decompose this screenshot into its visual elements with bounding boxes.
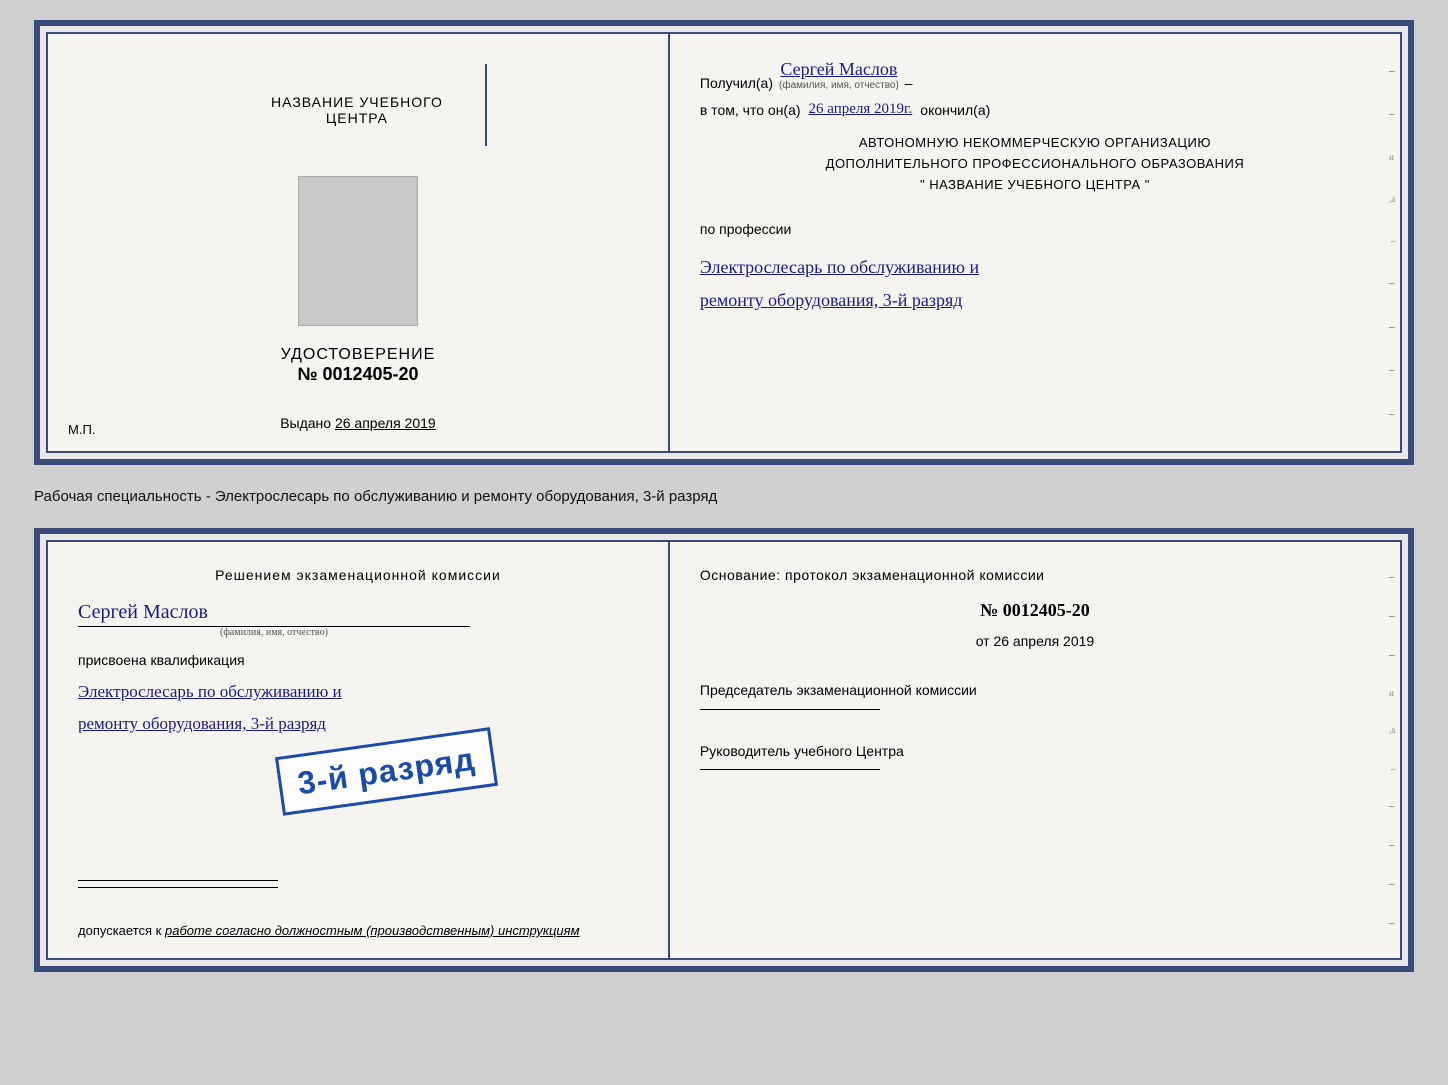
cert2-kvalif: Электрослесарь по обслуживанию и ремонту… [78,676,638,741]
cert2-predsedatel-label: Председатель экзаменационной комиссии [700,681,1370,701]
cert2-predsedatel: Председатель экзаменационной комиссии [700,681,1370,710]
cert2-left-panel: Решением экзаменационной комиссии Сергей… [48,542,670,958]
cert1-recipient-name: Сергей Маслов [780,59,897,80]
cert1-okonchil-label: окончил(а) [920,102,990,118]
cert1-received-line: Получил(а) Сергей Маслов (фамилия, имя, … [700,59,1370,91]
cert2-ot-label: от [976,633,990,649]
cert1-org-line3: " НАЗВАНИЕ УЧЕБНОГО ЦЕНТРА " [700,175,1370,196]
cert2-dopuskaetsya-label: допускается к [78,923,161,938]
cert2-sig-line1 [78,880,278,881]
cert1-po-professii-label: по профессии [700,221,1370,237]
cert1-org-line2: ДОПОЛНИТЕЛЬНОГО ПРОФЕССИОНАЛЬНОГО ОБРАЗО… [700,154,1370,175]
cert2-dopuskaetsya-value: работе согласно должностным (производств… [165,923,580,938]
cert2-sig-lines-area [78,880,628,888]
cert1-org-title: НАЗВАНИЕ УЧЕБНОГО ЦЕНТРА [229,64,487,146]
cert1-profession-line2: ремонту оборудования, 3-й разряд [700,290,963,310]
cert1-udostoverenie-label: УДОСТОВЕРЕНИЕ [281,346,436,364]
cert1-org-line1: АВТОНОМНУЮ НЕКОММЕРЧЕСКУЮ ОРГАНИЗАЦИЮ [700,133,1370,154]
cert1-profession-line1: Электрослесарь по обслуживанию и [700,257,979,277]
cert2-dash-marks: – – – и ,а ← – – – – [1389,542,1398,958]
cert2-rukovoditel-sig-line [700,769,880,770]
cert2-number: № 0012405-20 [700,600,1370,621]
cert1-left-panel: НАЗВАНИЕ УЧЕБНОГО ЦЕНТРА УДОСТОВЕРЕНИЕ №… [48,34,670,451]
cert1-issued-line: Выдано 26 апреля 2019 [280,415,436,431]
specialty-label: Рабочая специальность - Электрослесарь п… [34,483,1414,510]
cert2-stamp-text: 3-й разряд [295,741,477,802]
cert1-number: № 0012405-20 [297,364,418,385]
cert1-photo [298,176,418,326]
cert2-right-panel: Основание: протокол экзаменационной коми… [670,542,1400,958]
certificate-doc1: НАЗВАНИЕ УЧЕБНОГО ЦЕНТРА УДОСТОВЕРЕНИЕ №… [34,20,1414,465]
cert1-dash-marks: – – и ,а ← – – – – [1389,34,1398,451]
cert1-vtom-label: в том, что он(а) [700,102,801,118]
cert1-org-block: АВТОНОМНУЮ НЕКОММЕРЧЕСКУЮ ОРГАНИЗАЦИЮ ДО… [700,133,1370,195]
cert1-mp: М.П. [68,422,95,437]
cert2-sig-line2 [78,887,278,888]
cert2-prisvoena-label: присвоена квалификация [78,652,638,668]
cert2-kvalif-line1: Электрослесарь по обслуживанию и [78,682,342,701]
cert1-dash: – [905,75,913,91]
cert1-vtom-line: в том, что он(а) 26 апреля 2019г. окончи… [700,101,1370,118]
cert1-no-prefix: № [297,364,317,384]
cert2-rukovoditel: Руководитель учебного Центра [700,742,1370,771]
cert1-no-value: 0012405-20 [322,364,418,384]
cert2-rukovoditel-label: Руководитель учебного Центра [700,742,1370,762]
cert2-no-prefix: № [980,600,998,620]
cert1-right-panel: Получил(а) Сергей Маслов (фамилия, имя, … [670,34,1400,451]
cert1-vydano-label: Выдано [280,415,331,431]
cert2-ot-line: от 26 апреля 2019 [700,633,1370,649]
cert1-profession: Электрослесарь по обслуживанию и ремонту… [700,251,1370,316]
certificate-doc2: Решением экзаменационной комиссии Сергей… [34,528,1414,972]
cert2-name-handwritten: Сергей Маслов [78,601,638,624]
cert2-no-value: 0012405-20 [1003,600,1090,620]
cert2-fio-note: (фамилия, имя, отчество) [78,627,470,638]
cert2-kvalif-line2: ремонту оборудования, 3-й разряд [78,714,326,733]
cert2-osnovanie: Основание: протокол экзаменационной коми… [700,567,1370,583]
cert2-ot-date: 26 апреля 2019 [993,633,1094,649]
cert2-predsedatel-sig-line [700,709,880,710]
cert2-dopuskaetsya: допускается к работе согласно должностны… [78,923,580,938]
cert2-decision-title: Решением экзаменационной комиссии [78,567,638,583]
cert1-vydano-date: 26 апреля 2019 [335,415,436,431]
cert1-poluchil-label: Получил(а) [700,75,773,91]
cert1-fio-note: (фамилия, имя, отчество) [779,80,899,91]
cert1-vtom-date: 26 апреля 2019г. [809,101,913,118]
